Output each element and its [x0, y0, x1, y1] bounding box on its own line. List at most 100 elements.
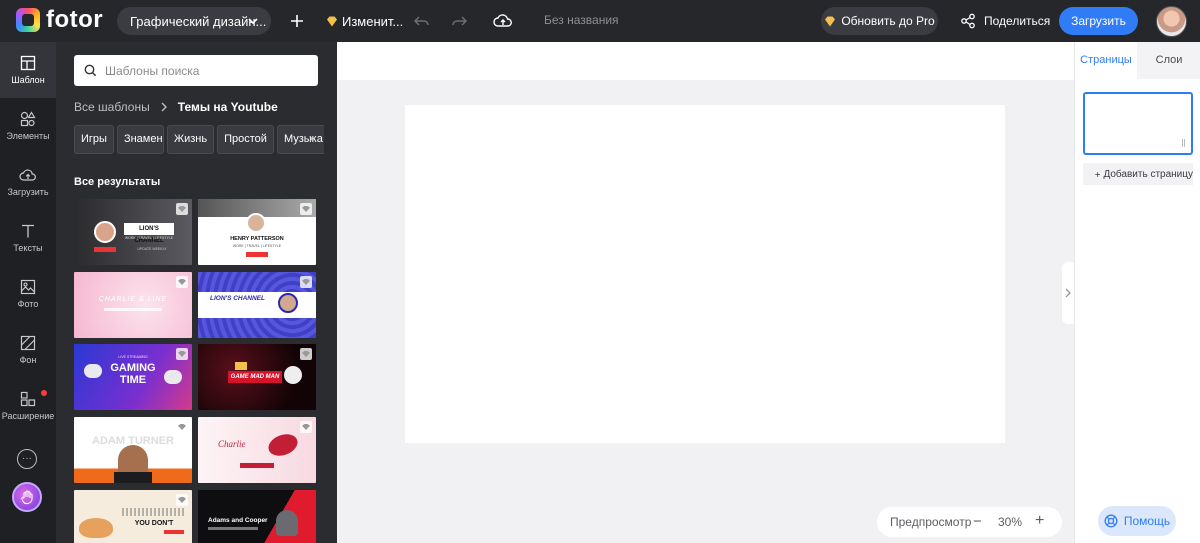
template-title: HENRY PATTERSON [230, 236, 284, 242]
template-thumbnail[interactable]: LION'S CHANNEL [198, 272, 316, 338]
top-bar: fotor Графический дизайн... Изменит... Б… [0, 0, 1200, 42]
template-search[interactable] [74, 55, 318, 86]
template-icon [20, 55, 36, 71]
redo-icon[interactable] [447, 9, 471, 33]
rail-label: Фон [19, 355, 37, 365]
drag-handle-icon[interactable] [1182, 139, 1185, 147]
rail-item-upload[interactable]: Загрузить [0, 154, 56, 210]
pro-badge-icon [176, 421, 188, 433]
rail-label: Загрузить [7, 186, 49, 197]
template-panel: Все шаблоны Темы на Youtube ИгрыЗнаменит… [56, 42, 337, 543]
template-title: LION'S CHANNEL [124, 223, 174, 244]
tab-layers[interactable]: Слои [1137, 42, 1200, 79]
template-subtitle: WORK | TRAVEL | LIFESTYLE [232, 244, 282, 248]
artboard[interactable] [405, 105, 1005, 443]
chip-music[interactable]: Музыка [276, 125, 324, 154]
template-title: Charlie [218, 439, 246, 449]
breadcrumb: Все шаблоны Темы на Youtube [74, 100, 278, 114]
text-icon [22, 224, 34, 238]
template-title: GAMING TIME [110, 362, 156, 386]
search-icon [84, 64, 97, 77]
template-subtitle: LIVE STREAMING [118, 355, 148, 359]
template-thumbnail[interactable]: ADAM TURNER [74, 417, 192, 483]
zoom-out-button[interactable]: − [973, 513, 982, 530]
diamond-icon [327, 16, 337, 26]
diamond-icon [825, 16, 836, 26]
plus-icon [1095, 171, 1101, 177]
template-thumbnail[interactable]: CHARLIE & LINE [74, 272, 192, 338]
help-label: Помощь [1123, 514, 1171, 528]
zoom-level[interactable]: 30% [998, 515, 1022, 529]
help-button[interactable]: Помощь [1098, 506, 1176, 536]
notification-dot [41, 390, 47, 396]
rail-label: Тексты [13, 243, 43, 253]
breadcrumb-all-templates[interactable]: Все шаблоны [74, 100, 150, 114]
background-icon [20, 335, 36, 351]
page-thumbnail[interactable] [1083, 92, 1193, 155]
rail-label: Фото [17, 299, 39, 309]
chip-simple[interactable]: Простой [217, 125, 274, 154]
template-thumbnail[interactable]: GAME MAD MAN [198, 344, 316, 410]
help-icon [1104, 514, 1118, 528]
search-input[interactable] [105, 63, 305, 78]
template-extra: UPDATE WEEKLY [137, 247, 167, 251]
zoom-bar: Предпросмотр − 30% + [877, 507, 1062, 537]
rail-item-background[interactable]: Фон [0, 322, 56, 378]
upgrade-pro-button[interactable]: Обновить до Pro [821, 7, 938, 35]
template-subtitle: WORK | TRAVEL | LIFESTYLE [124, 236, 174, 240]
download-button[interactable]: Загрузить [1059, 7, 1138, 35]
pro-badge-icon [300, 276, 312, 288]
cloud-upload-icon [19, 168, 36, 181]
tab-pages[interactable]: Страницы [1075, 42, 1137, 79]
template-title: LION'S CHANNEL [210, 295, 265, 302]
rail-label: Шаблон [11, 75, 45, 85]
rail-item-extension[interactable]: Расширение [0, 378, 56, 434]
add-icon[interactable] [285, 9, 309, 33]
share-button[interactable]: Поделиться [960, 9, 1050, 33]
template-thumbnail[interactable]: LION'S CHANNEL WORK | TRAVEL | LIFESTYLE… [74, 199, 192, 265]
rail-item-text[interactable]: Тексты [0, 210, 56, 266]
fotor-logo[interactable]: fotor [16, 6, 103, 34]
left-rail: Шаблон Элементы Загрузить Тексты Фото Фо… [0, 42, 56, 543]
chip-celebrities[interactable]: Знаменитости [116, 125, 164, 154]
resize-button[interactable]: Изменит... [326, 9, 403, 33]
chevron-down-icon [248, 18, 258, 25]
rail-item-template[interactable]: Шаблон [0, 42, 56, 98]
chevron-right-icon [161, 102, 167, 112]
hand-wave-icon[interactable] [12, 482, 42, 512]
template-thumbnail[interactable]: HENRY PATTERSON WORK | TRAVEL | LIFESTYL… [198, 199, 316, 265]
pro-badge-icon [176, 203, 188, 215]
results-title: Все результаты [74, 176, 161, 188]
preview-button[interactable]: Предпросмотр [890, 515, 971, 529]
rail-item-photo[interactable]: Фото [0, 266, 56, 322]
document-title[interactable]: Без названия [544, 13, 619, 27]
expand-right-panel-handle[interactable] [1062, 262, 1074, 324]
user-avatar[interactable] [1156, 6, 1187, 37]
chip-games[interactable]: Игры [74, 125, 114, 154]
rail-label: Расширение [1, 411, 55, 421]
template-thumbnail[interactable]: LIVE STREAMING GAMING TIME [74, 344, 192, 410]
undo-icon[interactable] [410, 9, 434, 33]
rail-item-elements[interactable]: Элементы [0, 98, 56, 154]
pro-badge-icon [176, 348, 188, 360]
template-thumbnail[interactable]: Charlie [198, 417, 316, 483]
template-title: YOU DON'T [134, 520, 174, 527]
add-page-button[interactable]: Добавить страницу [1083, 163, 1193, 185]
template-thumbnail[interactable]: YOU DON'T [74, 490, 192, 543]
pro-badge-icon [176, 494, 188, 506]
zoom-in-button[interactable]: + [1035, 512, 1044, 530]
fotor-logo-icon [16, 8, 40, 32]
elements-icon [20, 111, 36, 127]
more-icon[interactable]: ··· [17, 449, 37, 469]
chevron-right-icon [1065, 288, 1071, 298]
share-icon [961, 13, 975, 29]
template-thumbnail[interactable]: Adams and Cooper [198, 490, 316, 543]
chip-life[interactable]: Жизнь [166, 125, 215, 154]
pro-badge-icon [300, 421, 312, 433]
share-label: Поделиться [984, 14, 1051, 28]
design-type-select[interactable]: Графический дизайн... [117, 7, 271, 35]
upgrade-pro-label: Обновить до Pro [841, 14, 935, 28]
chips-scroll-right-icon[interactable]: › [309, 131, 313, 145]
cloud-save-icon[interactable] [491, 9, 515, 33]
pages-panel-tabs: Страницы Слои [1075, 42, 1200, 79]
